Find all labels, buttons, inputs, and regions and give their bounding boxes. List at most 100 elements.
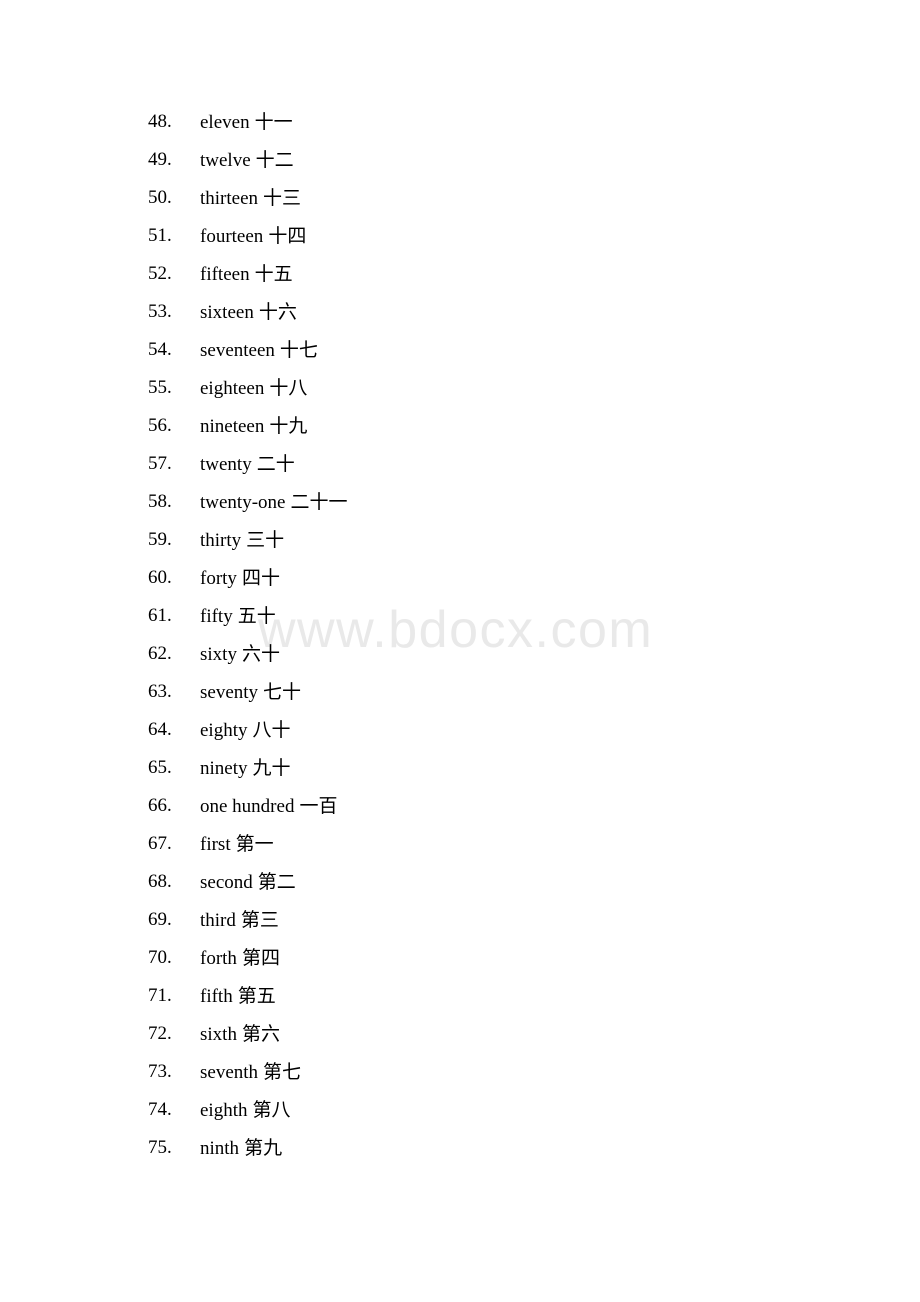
document-page: www.bdocx.com 48. eleven 十一 49. twelve 十二 50. t… bbox=[0, 0, 920, 1302]
list-item-number: 58. bbox=[148, 491, 172, 512]
list-item-number: 59. bbox=[148, 529, 172, 550]
list-item-number: 65. bbox=[148, 757, 172, 778]
list-item-content: sixth 第六 bbox=[200, 1015, 280, 1054]
list-item: 62. sixty 六十 bbox=[0, 635, 920, 673]
list-item-content: fifty 五十 bbox=[200, 597, 276, 636]
chinese-gloss: 第五 bbox=[237, 985, 276, 1007]
list-item-number: 49. bbox=[148, 149, 172, 170]
list-item: 49. twelve 十二 bbox=[0, 141, 920, 179]
chinese-gloss: 三十 bbox=[246, 529, 285, 551]
list-item: 48. eleven 十一 bbox=[0, 103, 920, 141]
list-item: 54. seventeen 十七 bbox=[0, 331, 920, 369]
list-item-content: thirteen 十三 bbox=[200, 179, 301, 218]
list-item-content: seventh 第七 bbox=[200, 1053, 301, 1092]
list-item-number: 67. bbox=[148, 833, 172, 854]
list-item-content: seventy 七十 bbox=[200, 673, 301, 712]
list-item: 72. sixth 第六 bbox=[0, 1015, 920, 1053]
english-term: third bbox=[200, 910, 236, 931]
english-term: sixty bbox=[200, 644, 237, 665]
english-term: twelve bbox=[200, 150, 251, 171]
english-term: eighteen bbox=[200, 378, 265, 399]
english-term: nineteen bbox=[200, 416, 265, 437]
english-term: fourteen bbox=[200, 226, 264, 247]
chinese-gloss: 十七 bbox=[279, 339, 318, 361]
list-item: 51. fourteen 十四 bbox=[0, 217, 920, 255]
english-term: fifty bbox=[200, 606, 233, 627]
list-item: 50. thirteen 十三 bbox=[0, 179, 920, 217]
english-term: seventy bbox=[200, 682, 259, 703]
english-term: forth bbox=[200, 948, 237, 969]
chinese-gloss: 第二 bbox=[257, 871, 296, 893]
chinese-gloss: 十五 bbox=[254, 263, 293, 285]
list-item: 58. twenty-one 二十一 bbox=[0, 483, 920, 521]
chinese-gloss: 十一 bbox=[254, 111, 293, 133]
list-item-number: 70. bbox=[148, 947, 172, 968]
english-term: thirty bbox=[200, 530, 242, 551]
list-item: 64. eighty 八十 bbox=[0, 711, 920, 749]
list-item-number: 69. bbox=[148, 909, 172, 930]
list-item-number: 71. bbox=[148, 985, 172, 1006]
english-term: fifth bbox=[200, 986, 233, 1007]
chinese-gloss: 第八 bbox=[252, 1099, 291, 1121]
chinese-gloss: 十八 bbox=[269, 377, 308, 399]
english-term: eleven bbox=[200, 112, 250, 133]
english-term: forty bbox=[200, 568, 237, 589]
list-item-content: twenty-one 二十一 bbox=[200, 483, 348, 522]
list-item-content: forty 四十 bbox=[200, 559, 280, 598]
chinese-gloss: 十九 bbox=[269, 415, 308, 437]
list-item-number: 48. bbox=[148, 111, 172, 132]
list-item: 57. twenty 二十 bbox=[0, 445, 920, 483]
chinese-gloss: 第四 bbox=[241, 947, 280, 969]
list-item: 74. eighth 第八 bbox=[0, 1091, 920, 1129]
chinese-gloss: 六十 bbox=[241, 643, 280, 665]
chinese-gloss: 十四 bbox=[268, 225, 307, 247]
list-item: 73. seventh 第七 bbox=[0, 1053, 920, 1091]
list-item-content: ninety 九十 bbox=[200, 749, 291, 788]
list-item-number: 52. bbox=[148, 263, 172, 284]
english-term: twenty-one bbox=[200, 492, 286, 513]
english-term: eighty bbox=[200, 720, 248, 741]
list-item-number: 55. bbox=[148, 377, 172, 398]
english-term: one hundred bbox=[200, 796, 295, 817]
list-item: 70. forth 第四 bbox=[0, 939, 920, 977]
list-item: 69. third 第三 bbox=[0, 901, 920, 939]
english-term: thirteen bbox=[200, 188, 259, 209]
list-item-content: third 第三 bbox=[200, 901, 279, 940]
list-item-number: 73. bbox=[148, 1061, 172, 1082]
list-item: 63. seventy 七十 bbox=[0, 673, 920, 711]
list-item: 59. thirty 三十 bbox=[0, 521, 920, 559]
list-item-number: 64. bbox=[148, 719, 172, 740]
list-item-content: eighteen 十八 bbox=[200, 369, 307, 408]
chinese-gloss: 八十 bbox=[252, 719, 291, 741]
chinese-gloss: 七十 bbox=[263, 681, 302, 703]
english-term: twenty bbox=[200, 454, 252, 475]
list-item: 60. forty 四十 bbox=[0, 559, 920, 597]
list-item-number: 54. bbox=[148, 339, 172, 360]
list-item: 56. nineteen 十九 bbox=[0, 407, 920, 445]
list-item-content: ninth 第九 bbox=[200, 1129, 282, 1168]
list-item-number: 50. bbox=[148, 187, 172, 208]
list-item-content: eleven 十一 bbox=[200, 103, 293, 142]
english-term: sixteen bbox=[200, 302, 254, 323]
list-item-content: eighth 第八 bbox=[200, 1091, 291, 1130]
list-item-number: 61. bbox=[148, 605, 172, 626]
list-item-content: one hundred 一百 bbox=[200, 787, 337, 826]
list-item-number: 57. bbox=[148, 453, 172, 474]
list-item: 68. second 第二 bbox=[0, 863, 920, 901]
chinese-gloss: 第三 bbox=[240, 909, 279, 931]
list-item-content: fifteen 十五 bbox=[200, 255, 293, 294]
list-item: 67. first 第一 bbox=[0, 825, 920, 863]
list-item: 71. fifth 第五 bbox=[0, 977, 920, 1015]
english-term: fifteen bbox=[200, 264, 250, 285]
list-item-content: second 第二 bbox=[200, 863, 296, 902]
english-term: seventeen bbox=[200, 340, 275, 361]
list-item-number: 63. bbox=[148, 681, 172, 702]
list-item-content: fifth 第五 bbox=[200, 977, 276, 1016]
chinese-gloss: 第九 bbox=[244, 1137, 283, 1159]
chinese-gloss: 二十 bbox=[256, 453, 295, 475]
list-item-content: forth 第四 bbox=[200, 939, 280, 978]
list-item: 61. fifty 五十 bbox=[0, 597, 920, 635]
list-item-content: nineteen 十九 bbox=[200, 407, 307, 446]
chinese-gloss: 第七 bbox=[263, 1061, 302, 1083]
list-item: 53. sixteen 十六 bbox=[0, 293, 920, 331]
